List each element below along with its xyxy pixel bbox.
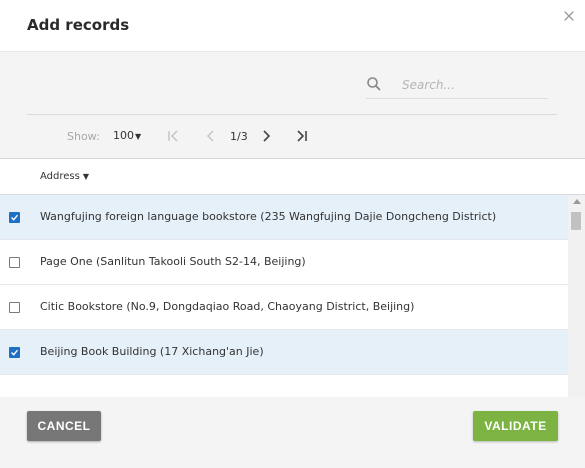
row-checkbox[interactable] — [9, 302, 20, 313]
table-row[interactable]: Citic Bookstore (No.9, Dongdaqiao Road, … — [0, 285, 568, 330]
last-page-icon[interactable] — [295, 128, 309, 142]
page-size-value: 100 — [113, 129, 134, 142]
search-input[interactable] — [400, 74, 549, 96]
page-size-select[interactable]: 100▼ — [113, 129, 141, 142]
row-address: Page One (Sanlitun Takooli South S2-14, … — [40, 255, 306, 268]
table-row[interactable]: Page One (Sanlitun Takooli South S2-14, … — [0, 240, 568, 285]
row-address: Citic Bookstore (No.9, Dongdaqiao Road, … — [40, 300, 415, 313]
prev-page-icon[interactable] — [204, 128, 218, 142]
add-records-dialog: Add records Show: 100▼ — [0, 0, 585, 468]
table-row[interactable]: Beijing Book Building (17 Xichang'an Jie… — [0, 330, 568, 375]
table-row[interactable] — [0, 375, 568, 397]
sort-caret-icon: ▼ — [82, 172, 89, 181]
validate-button[interactable]: VALIDATE — [473, 411, 558, 441]
first-page-icon[interactable] — [166, 128, 180, 142]
cancel-button[interactable]: CANCEL — [27, 411, 101, 441]
search-icon — [366, 76, 382, 92]
close-icon[interactable] — [562, 8, 576, 22]
toolbar-divider — [27, 114, 557, 115]
chevron-down-icon: ▼ — [135, 132, 142, 141]
row-checkbox[interactable] — [9, 347, 20, 358]
search-box — [366, 74, 549, 99]
row-address: Beijing Book Building (17 Xichang'an Jie… — [40, 345, 264, 358]
pagination-bar: Show: 100▼ 1/3 — [0, 122, 585, 152]
dialog-title: Add records — [27, 16, 130, 34]
dialog-footer: CANCEL VALIDATE — [0, 397, 585, 468]
table-header: Address ▼ — [0, 160, 585, 195]
row-checkbox[interactable] — [9, 212, 20, 223]
page-indicator: 1/3 — [230, 130, 248, 143]
table-row[interactable]: Wangfujing foreign language bookstore (2… — [0, 195, 568, 240]
row-checkbox[interactable] — [9, 257, 20, 268]
scroll-up-arrow-icon[interactable] — [573, 199, 581, 204]
address-column-header[interactable]: Address ▼ — [40, 171, 89, 182]
next-page-icon[interactable] — [259, 128, 273, 142]
row-address: Wangfujing foreign language bookstore (2… — [40, 210, 497, 223]
scroll-thumb[interactable] — [571, 212, 581, 230]
show-label: Show: — [67, 130, 100, 143]
toolbar: Show: 100▼ 1/3 — [0, 52, 585, 159]
address-column-label: Address — [40, 171, 80, 182]
dialog-header: Add records — [0, 0, 585, 52]
vertical-scrollbar[interactable] — [568, 195, 585, 397]
records-list: Wangfujing foreign language bookstore (2… — [0, 195, 568, 397]
